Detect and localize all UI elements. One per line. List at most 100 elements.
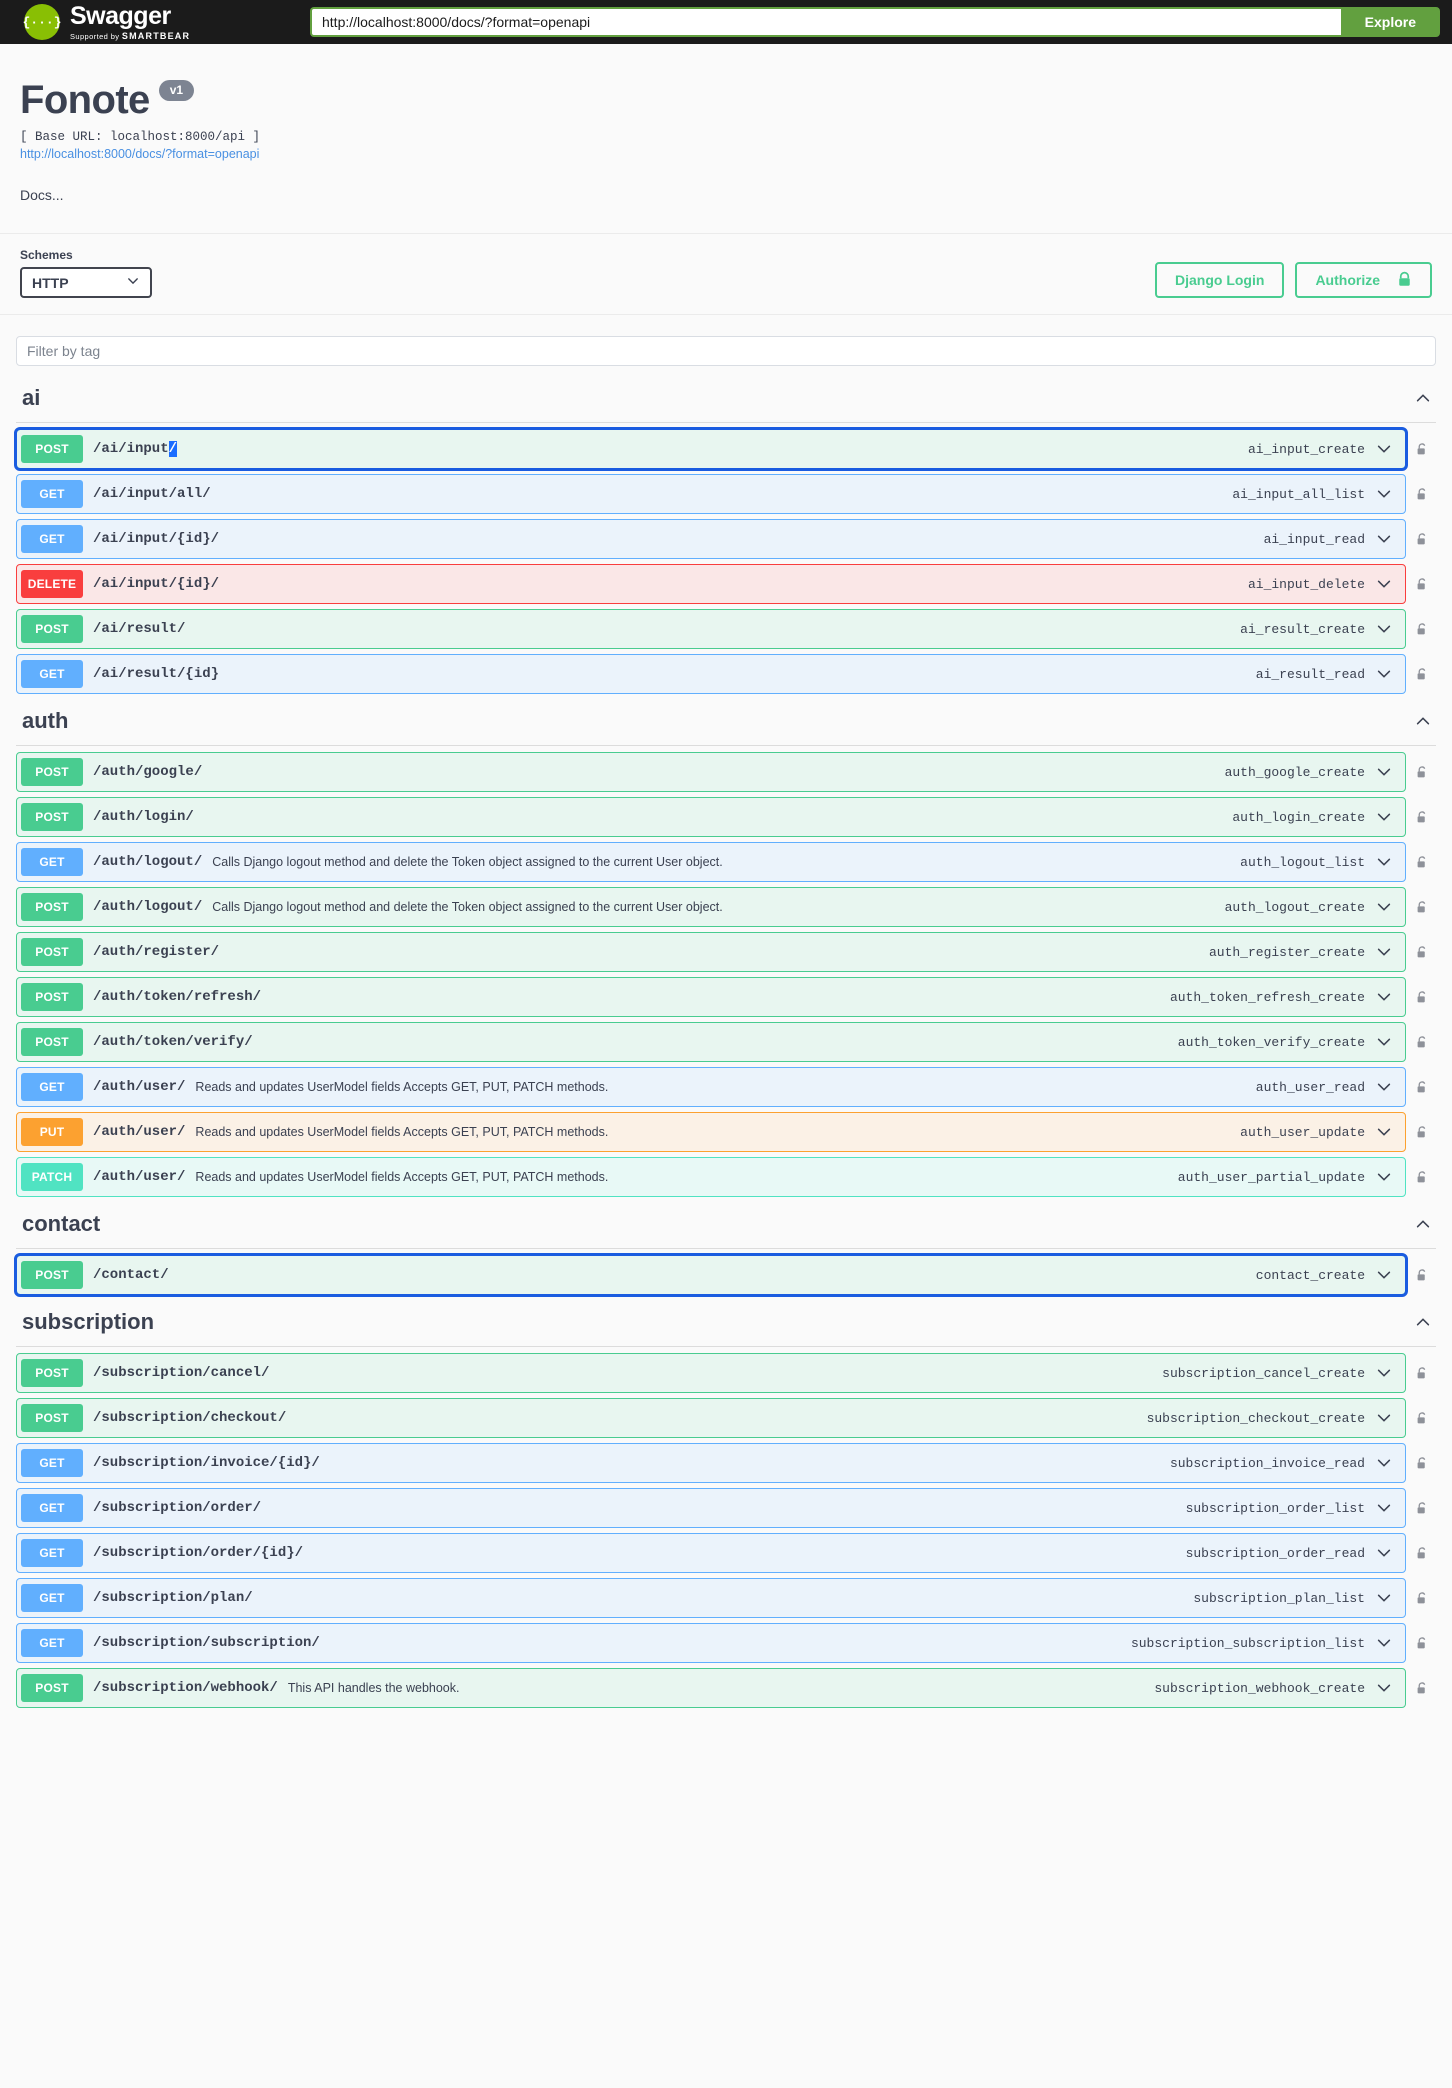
- operation-summary[interactable]: GET/subscription/plan/subscription_plan_…: [16, 1578, 1406, 1618]
- operation-summary[interactable]: POST/auth/login/auth_login_create: [16, 797, 1406, 837]
- chevron-down-icon[interactable]: [1375, 898, 1401, 916]
- operation-row[interactable]: POST/subscription/checkout/subscription_…: [16, 1398, 1436, 1438]
- operation-summary[interactable]: POST/subscription/webhook/This API handl…: [16, 1668, 1406, 1708]
- chevron-down-icon[interactable]: [1375, 1409, 1401, 1427]
- operation-row[interactable]: POST/auth/login/auth_login_create: [16, 797, 1436, 837]
- spec-url-link[interactable]: http://localhost:8000/docs/?format=opena…: [20, 147, 1432, 161]
- chevron-down-icon[interactable]: [1375, 440, 1401, 458]
- lock-open-icon[interactable]: [1406, 1353, 1436, 1393]
- lock-open-icon[interactable]: [1406, 474, 1436, 514]
- chevron-down-icon[interactable]: [1375, 1634, 1401, 1652]
- lock-open-icon[interactable]: [1406, 752, 1436, 792]
- operation-summary[interactable]: POST/auth/register/auth_register_create: [16, 932, 1406, 972]
- operation-summary[interactable]: POST/subscription/cancel/subscription_ca…: [16, 1353, 1406, 1393]
- lock-open-icon[interactable]: [1406, 1533, 1436, 1573]
- tag-header-auth[interactable]: auth: [16, 699, 1436, 746]
- operation-row[interactable]: POST/ai/input/ai_input_create: [14, 427, 1436, 471]
- chevron-down-icon[interactable]: [1375, 1123, 1401, 1141]
- lock-open-icon[interactable]: [1406, 519, 1436, 559]
- lock-open-icon[interactable]: [1406, 1255, 1436, 1295]
- chevron-down-icon[interactable]: [1375, 943, 1401, 961]
- lock-open-icon[interactable]: [1406, 1112, 1436, 1152]
- operation-summary[interactable]: GET/auth/user/Reads and updates UserMode…: [16, 1067, 1406, 1107]
- chevron-down-icon[interactable]: [1375, 808, 1401, 826]
- chevron-down-icon[interactable]: [1375, 988, 1401, 1006]
- chevron-down-icon[interactable]: [1375, 620, 1401, 638]
- operation-row[interactable]: POST/subscription/webhook/This API handl…: [16, 1668, 1436, 1708]
- operation-summary[interactable]: POST/auth/google/auth_google_create: [16, 752, 1406, 792]
- lock-open-icon[interactable]: [1406, 1443, 1436, 1483]
- lock-open-icon[interactable]: [1406, 1668, 1436, 1708]
- operation-summary[interactable]: GET/subscription/order/subscription_orde…: [16, 1488, 1406, 1528]
- operation-row[interactable]: PATCH/auth/user/Reads and updates UserMo…: [16, 1157, 1436, 1197]
- chevron-down-icon[interactable]: [1375, 853, 1401, 871]
- operation-summary[interactable]: POST/ai/input/ai_input_create: [14, 427, 1408, 471]
- django-login-button[interactable]: Django Login: [1155, 262, 1285, 298]
- chevron-down-icon[interactable]: [1375, 1033, 1401, 1051]
- chevron-down-icon[interactable]: [1375, 1589, 1401, 1607]
- operation-row[interactable]: POST/auth/token/refresh/auth_token_refre…: [16, 977, 1436, 1017]
- operation-row[interactable]: GET/subscription/invoice/{id}/ subscripti…: [16, 1443, 1436, 1483]
- operation-row[interactable]: GET/ai/result/{id} ai_result_read: [16, 654, 1436, 694]
- operation-row[interactable]: GET/subscription/order/subscription_orde…: [16, 1488, 1436, 1528]
- chevron-down-icon[interactable]: [1375, 1266, 1401, 1284]
- chevron-down-icon[interactable]: [1375, 575, 1401, 593]
- operation-row[interactable]: GET/auth/logout/Calls Django logout meth…: [16, 842, 1436, 882]
- operation-row[interactable]: GET/subscription/plan/subscription_plan_…: [16, 1578, 1436, 1618]
- operation-summary[interactable]: POST/auth/logout/Calls Django logout met…: [16, 887, 1406, 927]
- chevron-down-icon[interactable]: [1375, 530, 1401, 548]
- operation-row[interactable]: POST/auth/token/verify/auth_token_verify…: [16, 1022, 1436, 1062]
- chevron-down-icon[interactable]: [1375, 1544, 1401, 1562]
- operation-summary[interactable]: GET/ai/result/{id} ai_result_read: [16, 654, 1406, 694]
- operation-summary[interactable]: PATCH/auth/user/Reads and updates UserMo…: [16, 1157, 1406, 1197]
- explore-button[interactable]: Explore: [1340, 7, 1440, 37]
- chevron-down-icon[interactable]: [1375, 763, 1401, 781]
- chevron-up-icon[interactable]: [1414, 1313, 1432, 1331]
- lock-open-icon[interactable]: [1406, 797, 1436, 837]
- lock-open-icon[interactable]: [1406, 1157, 1436, 1197]
- operation-row[interactable]: POST/subscription/cancel/subscription_ca…: [16, 1353, 1436, 1393]
- tag-header-subscription[interactable]: subscription: [16, 1300, 1436, 1347]
- operation-row[interactable]: PUT/auth/user/Reads and updates UserMode…: [16, 1112, 1436, 1152]
- lock-open-icon[interactable]: [1406, 609, 1436, 649]
- chevron-down-icon[interactable]: [1375, 1168, 1401, 1186]
- operation-summary[interactable]: GET/subscription/subscription/subscripti…: [16, 1623, 1406, 1663]
- operation-summary[interactable]: POST/auth/token/verify/auth_token_verify…: [16, 1022, 1406, 1062]
- operation-row[interactable]: POST/ai/result/ai_result_create: [16, 609, 1436, 649]
- operation-summary[interactable]: DELETE/ai/input/{id}/ ai_input_delete: [16, 564, 1406, 604]
- operation-row[interactable]: GET/ai/input/{id}/ ai_input_read: [16, 519, 1436, 559]
- lock-open-icon[interactable]: [1406, 1623, 1436, 1663]
- lock-open-icon[interactable]: [1406, 887, 1436, 927]
- operation-row[interactable]: GET/subscription/subscription/subscripti…: [16, 1623, 1436, 1663]
- authorize-button[interactable]: Authorize: [1295, 262, 1432, 298]
- lock-open-icon[interactable]: [1406, 564, 1436, 604]
- lock-open-icon[interactable]: [1406, 1488, 1436, 1528]
- operation-summary[interactable]: GET/subscription/order/{id}/ subscription…: [16, 1533, 1406, 1573]
- chevron-down-icon[interactable]: [1375, 1364, 1401, 1382]
- chevron-down-icon[interactable]: [1375, 665, 1401, 683]
- lock-open-icon[interactable]: [1406, 654, 1436, 694]
- operation-summary[interactable]: GET/subscription/invoice/{id}/ subscripti…: [16, 1443, 1406, 1483]
- lock-open-icon[interactable]: [1406, 1022, 1436, 1062]
- chevron-up-icon[interactable]: [1414, 389, 1432, 407]
- chevron-down-icon[interactable]: [1375, 1679, 1401, 1697]
- operation-row[interactable]: GET/subscription/order/{id}/ subscription…: [16, 1533, 1436, 1573]
- lock-open-icon[interactable]: [1406, 1578, 1436, 1618]
- lock-open-icon[interactable]: [1406, 842, 1436, 882]
- chevron-up-icon[interactable]: [1414, 1215, 1432, 1233]
- operation-summary[interactable]: GET/ai/input/all/ai_input_all_list: [16, 474, 1406, 514]
- operation-summary[interactable]: POST/contact/contact_create: [14, 1253, 1408, 1297]
- operation-row[interactable]: GET/auth/user/Reads and updates UserMode…: [16, 1067, 1436, 1107]
- operation-summary[interactable]: GET/auth/logout/Calls Django logout meth…: [16, 842, 1406, 882]
- operation-row[interactable]: POST/auth/logout/Calls Django logout met…: [16, 887, 1436, 927]
- filter-by-tag-input[interactable]: [16, 336, 1436, 366]
- lock-open-icon[interactable]: [1406, 1398, 1436, 1438]
- tag-header-ai[interactable]: ai: [16, 376, 1436, 423]
- chevron-down-icon[interactable]: [1375, 1078, 1401, 1096]
- operation-summary[interactable]: POST/auth/token/refresh/auth_token_refre…: [16, 977, 1406, 1017]
- swagger-logo[interactable]: {···} Swagger Supported by SMARTBEAR: [23, 3, 310, 41]
- chevron-up-icon[interactable]: [1414, 712, 1432, 730]
- operation-row[interactable]: POST/auth/register/auth_register_create: [16, 932, 1436, 972]
- lock-open-icon[interactable]: [1406, 977, 1436, 1017]
- operation-summary[interactable]: PUT/auth/user/Reads and updates UserMode…: [16, 1112, 1406, 1152]
